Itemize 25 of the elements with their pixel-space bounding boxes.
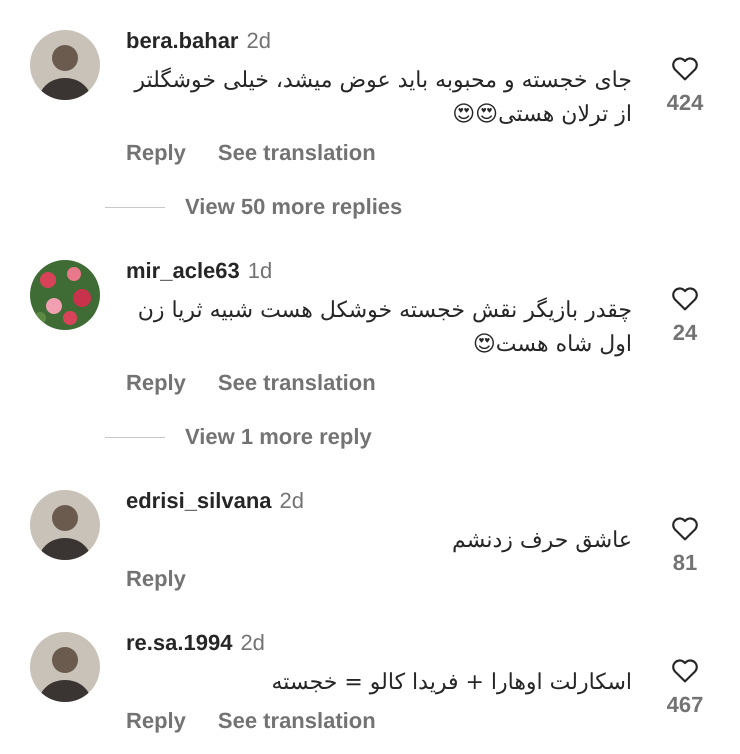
- timestamp: 2d: [280, 488, 304, 514]
- like-count: 24: [672, 320, 698, 346]
- comment-text: عاشق حرف زدنشم: [451, 527, 632, 555]
- like-count: 467: [666, 692, 704, 718]
- comment-action-link[interactable]: Reply: [126, 370, 186, 396]
- view-replies-link[interactable]: View 50 more replies: [185, 194, 402, 220]
- username[interactable]: bera.bahar: [126, 28, 238, 54]
- comment-action-link[interactable]: See translation: [218, 370, 376, 396]
- comment-action-link[interactable]: See translation: [218, 140, 376, 166]
- username[interactable]: re.sa.1994: [126, 630, 232, 656]
- comment-text: اسکارلت اوهارا + فریدا کالو = خجسته: [270, 669, 632, 697]
- username[interactable]: edrisi_silvana: [126, 488, 272, 514]
- timestamp: 2d: [240, 630, 265, 656]
- view-replies-link[interactable]: View 1 more reply: [185, 424, 372, 450]
- comment-text: چقدر بازیگر نقش خجسته خوشکل هست شبیه ثریا زن اول شاه هست😍: [136, 296, 632, 359]
- comment-action-link[interactable]: See translation: [218, 708, 376, 734]
- comment-text: جای خجسته و محبوبه باید عوض میشد، خیلی خوشگلتر از ترلان هستی😍😍: [132, 66, 632, 129]
- like-count: 424: [666, 90, 704, 116]
- username[interactable]: mir_acle63: [126, 258, 240, 284]
- comment-action-link[interactable]: Reply: [126, 708, 186, 734]
- timestamp: 1d: [248, 258, 272, 284]
- timestamp: 2d: [246, 28, 271, 54]
- comment-action-link[interactable]: Reply: [126, 566, 186, 592]
- like-count: 81: [672, 550, 698, 576]
- comment-action-link[interactable]: Reply: [126, 140, 186, 166]
